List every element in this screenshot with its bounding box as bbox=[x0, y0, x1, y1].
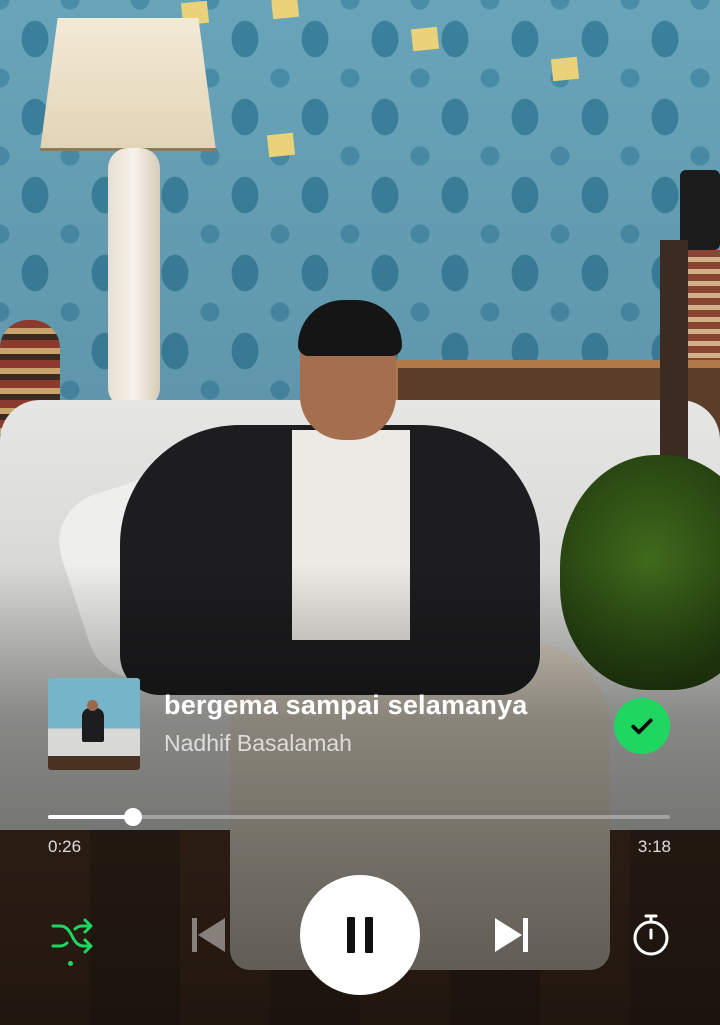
progress-fill bbox=[48, 815, 134, 819]
shuffle-icon bbox=[51, 918, 93, 954]
album-art-background bbox=[0, 0, 720, 1025]
next-track-button[interactable] bbox=[482, 905, 542, 965]
album-cover-thumbnail[interactable] bbox=[48, 678, 140, 770]
previous-track-button[interactable] bbox=[178, 905, 238, 965]
playback-progress-bar[interactable] bbox=[48, 808, 670, 826]
track-artist[interactable]: Nadhif Basalamah bbox=[164, 730, 352, 757]
saved-to-library-button[interactable] bbox=[614, 698, 670, 754]
skip-next-icon bbox=[495, 918, 528, 952]
total-duration: 3:18 bbox=[637, 837, 671, 856]
shuffle-active-indicator bbox=[68, 961, 73, 966]
checkmark-icon bbox=[631, 718, 653, 735]
shuffle-button[interactable] bbox=[44, 908, 100, 964]
skip-previous-icon bbox=[192, 918, 225, 952]
sleep-timer-button[interactable] bbox=[622, 906, 680, 964]
pause-button[interactable] bbox=[300, 875, 420, 995]
pause-icon bbox=[347, 917, 373, 953]
track-title[interactable]: bergema sampai selamanya bbox=[164, 690, 528, 721]
elapsed-time: 0:26 bbox=[48, 837, 82, 856]
timer-icon bbox=[633, 914, 669, 956]
